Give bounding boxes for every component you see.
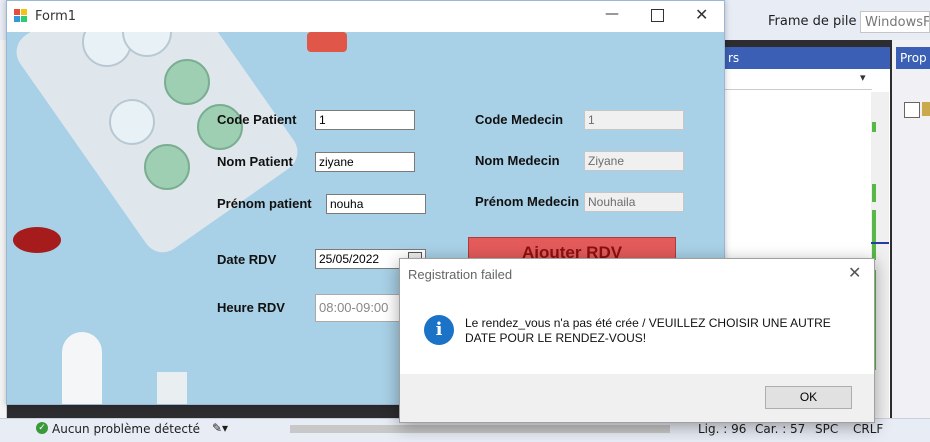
problems-status[interactable]: Aucun problème détecté <box>52 422 200 436</box>
frame-de-pile-label: Frame de pile : <box>768 14 866 29</box>
vs-panel-dropdown[interactable]: ▾ <box>722 69 872 90</box>
line-status[interactable]: Lig. : 96 <box>698 422 746 436</box>
form-app-icon <box>14 9 28 23</box>
code-patient-input[interactable]: 1 <box>315 110 415 130</box>
sort-icon[interactable] <box>922 102 930 116</box>
code-medecin-input[interactable]: 1 <box>584 110 684 130</box>
prenom-patient-input[interactable]: nouha <box>326 194 426 214</box>
spacing-status[interactable]: SPC <box>815 422 838 436</box>
code-patient-label: Code Patient <box>217 112 297 127</box>
date-rdv-label: Date RDV <box>217 252 277 267</box>
check-icon: ✓ <box>36 422 48 434</box>
ok-button[interactable]: OK <box>765 386 852 409</box>
prenom-medecin-label: Prénom Medecin <box>475 194 580 209</box>
minimize-icon[interactable]: — <box>605 6 619 22</box>
prenom-medecin-input[interactable]: Nouhaila <box>584 192 684 212</box>
close-icon[interactable]: ✕ <box>695 5 708 24</box>
horizontal-scrollbar[interactable] <box>290 425 670 433</box>
dialog-message: Le rendez_vous n'a pas été crée / VEUILL… <box>465 316 831 345</box>
dialog-title: Registration failed <box>408 267 513 282</box>
registration-failed-dialog: Registration failed ✕ i Le rendez_vous n… <box>399 258 875 423</box>
date-rdv-value: 25/05/2022 <box>319 252 380 266</box>
grid-icon[interactable] <box>904 102 920 118</box>
vs-panel-title[interactable]: rs <box>722 47 890 69</box>
heure-rdv-label: Heure RDV <box>217 300 285 315</box>
chevron-down-icon: ▾ <box>860 71 866 84</box>
prenom-patient-label: Prénom patient <box>217 196 312 211</box>
properties-panel-title[interactable]: Prop <box>896 47 930 69</box>
code-medecin-label: Code Medecin <box>475 112 564 127</box>
eol-status[interactable]: CRLF <box>853 422 883 436</box>
dialog-close-icon[interactable]: ✕ <box>848 263 861 282</box>
column-status[interactable]: Car. : 57 <box>755 422 805 436</box>
nom-patient-input[interactable]: ziyane <box>315 152 415 172</box>
form1-titlebar: Form1 — ✕ <box>7 1 724 32</box>
nom-medecin-input[interactable]: Ziyane <box>584 151 684 171</box>
nom-patient-label: Nom Patient <box>217 154 293 169</box>
vs-properties-panel <box>892 40 930 440</box>
brush-icon[interactable]: ✎▾ <box>212 421 228 435</box>
maximize-icon[interactable] <box>651 9 664 22</box>
nom-medecin-label: Nom Medecin <box>475 153 560 168</box>
form1-title: Form1 <box>35 9 77 24</box>
frame-de-pile-select[interactable]: WindowsFo <box>860 11 930 33</box>
info-icon: i <box>424 315 454 345</box>
